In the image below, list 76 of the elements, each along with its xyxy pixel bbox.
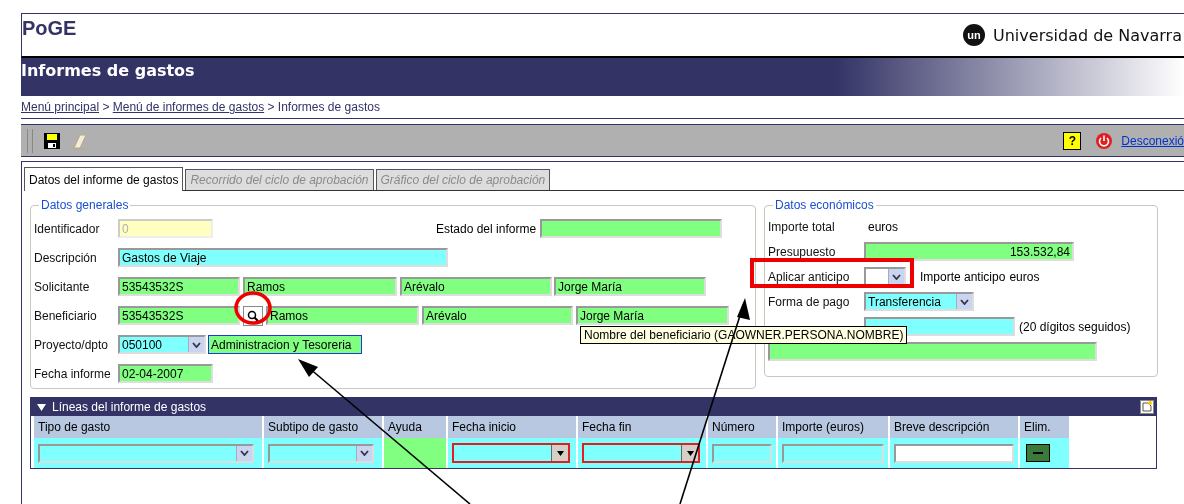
input-field[interactable]: Jorge María	[554, 277, 706, 296]
institution-name: Universidad de Navarra	[993, 25, 1182, 45]
field-label: Identificador	[34, 221, 101, 236]
help-button[interactable]: ?	[1063, 131, 1082, 150]
logout-link[interactable]: Desconexió	[1121, 133, 1184, 148]
input-field[interactable]: Arévalo	[422, 306, 573, 325]
tab[interactable]: Datos del informe de gastos	[24, 167, 184, 191]
input-field[interactable]: Administracion y Tesoreria	[208, 335, 362, 354]
dropdown[interactable]: 050100	[118, 335, 206, 354]
field-label: euros	[1009, 269, 1040, 284]
field-label: Aplicar anticipo	[768, 269, 851, 284]
column-header: Breve descripción	[890, 416, 1018, 438]
field-label: Forma de pago	[768, 294, 851, 309]
date-dropdown[interactable]	[452, 443, 570, 463]
panel-legend: Datos económicos	[773, 198, 876, 212]
dropdown[interactable]: Transferencia	[864, 292, 974, 311]
column-header: Importe (euros)	[778, 416, 888, 438]
input-field[interactable]: Ramos	[266, 306, 419, 325]
column-header: Fecha fin	[578, 416, 706, 438]
input-field[interactable]	[768, 342, 1097, 361]
toolbar-grip[interactable]	[27, 128, 33, 153]
input-field[interactable]: Jorge María	[576, 306, 729, 325]
search-icon	[247, 309, 259, 322]
input-field[interactable]	[540, 219, 723, 238]
input-field[interactable]: Gastos de Viaje	[118, 248, 448, 267]
chevron-down-icon	[360, 450, 369, 456]
chevron-down-icon	[192, 341, 201, 348]
delete-button[interactable]	[1026, 444, 1050, 462]
panel-legend: Datos generales	[39, 198, 131, 212]
column-header: Fecha inicio	[448, 416, 576, 438]
field-label: euros	[868, 219, 899, 234]
triangle-down-icon	[556, 450, 564, 456]
field-label: (20 dígitos seguidos)	[1019, 319, 1131, 334]
input-field[interactable]	[894, 443, 1014, 463]
field-label: Solicitante	[34, 279, 91, 294]
page-title: Informes de gastos	[21, 61, 195, 80]
field-label: Importe total	[768, 219, 836, 234]
input-field[interactable]	[782, 443, 884, 463]
breadcrumb-link[interactable]: Menú principal	[21, 100, 100, 114]
column-header: Ayuda	[384, 416, 446, 438]
chevron-down-icon	[892, 273, 901, 280]
breadcrumb-text: > Informes de gastos	[266, 100, 380, 114]
chevron-down-icon	[240, 450, 249, 456]
save-icon[interactable]	[43, 131, 61, 150]
field-label: Fecha informe	[34, 366, 112, 381]
collapse-icon[interactable]	[37, 403, 46, 411]
input-field[interactable]: 53543532S	[118, 277, 240, 296]
column-header: Tipo de gasto	[34, 416, 262, 438]
app-logo: PoGE	[22, 17, 77, 40]
power-icon[interactable]	[1095, 131, 1114, 150]
field-label: Importe anticipo	[920, 269, 1006, 284]
input-field[interactable]: 02-04-2007	[118, 364, 213, 383]
input-field[interactable]	[712, 443, 772, 463]
input-field[interactable]: 53543532S	[118, 306, 240, 325]
field-label: Estado del informe	[436, 221, 537, 236]
input-field[interactable]: Ramos	[243, 277, 397, 296]
annotation-circle	[234, 291, 272, 325]
field-label: Beneficiario	[34, 308, 98, 323]
dropdown[interactable]	[38, 443, 254, 463]
dropdown[interactable]	[268, 443, 374, 463]
breadcrumb-text: >	[101, 100, 111, 114]
column-header: Número	[708, 416, 776, 438]
breadcrumb-link[interactable]: Menú de informes de gastos	[112, 100, 265, 114]
field-label: Presupuesto	[768, 244, 837, 259]
input-field[interactable]: Arévalo	[400, 277, 552, 296]
chevron-down-icon	[960, 298, 969, 305]
field-label: Descripción	[34, 250, 98, 265]
new-document-icon[interactable]	[1140, 400, 1154, 414]
triangle-down-icon	[686, 450, 694, 456]
section-title: Líneas del informe de gastos	[52, 400, 207, 414]
field-label: Proyecto/dpto	[34, 337, 110, 352]
column-header: Subtipo de gasto	[264, 416, 382, 438]
column-header: Elim.	[1020, 416, 1069, 438]
date-dropdown[interactable]	[582, 443, 700, 463]
amount-field[interactable]: 153.532,84	[864, 242, 1074, 261]
university-logo: un	[963, 24, 985, 46]
